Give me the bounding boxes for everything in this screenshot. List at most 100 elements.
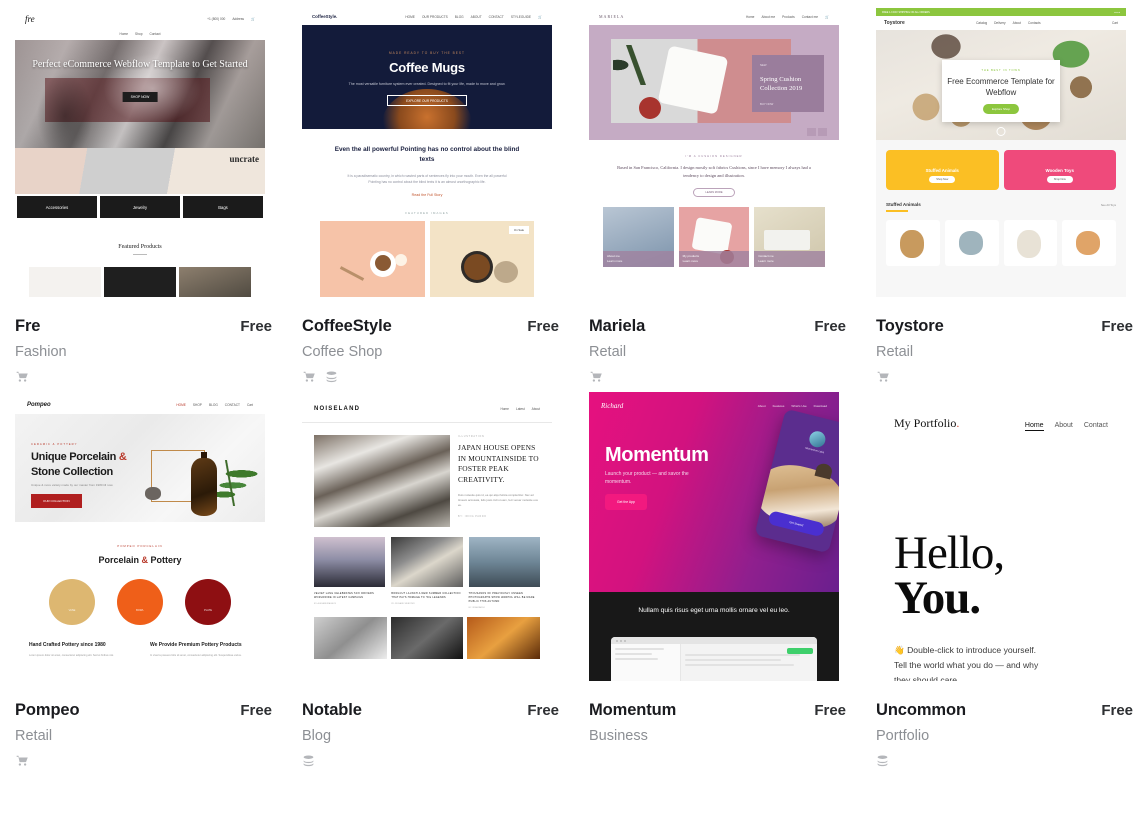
template-card-notable[interactable]: NOISELAND Home Latest About ILLUSTRATION… bbox=[287, 384, 574, 768]
template-category: Business bbox=[589, 728, 648, 744]
preview-nav-item-0: HOME bbox=[405, 14, 415, 19]
template-category: Retail bbox=[876, 344, 914, 360]
preview-section-link: See All Toys bbox=[1100, 202, 1116, 207]
preview-hero: CERAMIC & POTTERY Unique Porcelain & Sto… bbox=[15, 414, 265, 522]
preview-topbar: FREE 1-3 DAY SHIPPING ON ALL ORDERS ● ● … bbox=[876, 8, 1126, 16]
preview-hero: MADE READY TO BUY THE BEST Coffee Mugs T… bbox=[302, 25, 552, 129]
cart-icon: 🛒 bbox=[825, 14, 829, 19]
preview-nav-item-1: OUR PRODUCTS bbox=[421, 14, 448, 19]
template-thumbnail-fre[interactable]: fre +1 (800) 000 Address 🛒 Home Shop Con… bbox=[15, 8, 265, 297]
template-thumbnail-mariela[interactable]: MARIELA Home About me Products Contact m… bbox=[589, 8, 839, 297]
preview-product-0 bbox=[29, 267, 101, 297]
preview-nav: MARIELA Home About me Products Contact m… bbox=[589, 8, 839, 25]
preview-text-line-3: they should care. bbox=[894, 675, 960, 681]
preview-nav-item-2: What's Use bbox=[791, 404, 807, 408]
preview-cta: OUR COLLECTION bbox=[31, 494, 82, 508]
template-category: Blog bbox=[302, 728, 332, 744]
preview-nav-item-4: CONTACT bbox=[488, 14, 504, 19]
preview-eyebrow: THE BEST IN TOWN bbox=[981, 68, 1021, 72]
preview-card-title: Contact me bbox=[758, 254, 774, 258]
template-thumbnail-coffeestyle[interactable]: CoffeeStyle. HOME OUR PRODUCTS BLOG ABOU… bbox=[302, 8, 552, 297]
template-thumbnail-momentum[interactable]: Richard About Features What's Use Downlo… bbox=[589, 392, 839, 681]
preview-subtext: Unique & more variety made by our master… bbox=[31, 483, 114, 487]
preview-hero: THE BEST IN TOWN Free Ecommerce Template… bbox=[876, 30, 1126, 140]
preview-logo: fre bbox=[25, 14, 35, 24]
cart-icon bbox=[302, 370, 317, 384]
preview-text-line-1: Double-click to introduce yourself. bbox=[907, 645, 1037, 655]
template-card-mariela[interactable]: MARIELA Home About me Products Contact m… bbox=[574, 0, 861, 384]
preview-nav-item-3: Contact me bbox=[801, 14, 819, 19]
preview-col-title-1: We Provide Premium Pottery Products bbox=[150, 642, 242, 648]
preview-promo-title: Stuffed Animals bbox=[925, 167, 959, 173]
preview-card-byline: BY: ALEXANDRIA BECK bbox=[314, 603, 337, 605]
preview-phone-mockup: Momentum Labs Get Started bbox=[754, 408, 839, 554]
preview-category-1: Jewelry bbox=[100, 196, 180, 218]
preview-headline-1: Unique Porcelain bbox=[31, 451, 117, 463]
template-category: Fashion bbox=[15, 344, 67, 360]
preview-hero: NEW Spring Cushion Collection 2019 BUY N… bbox=[589, 25, 839, 140]
template-thumbnail-uncommon[interactable]: My Portfolio. Home About Contact Hello, … bbox=[876, 392, 1126, 681]
template-card-fre[interactable]: fre +1 (800) 000 Address 🛒 Home Shop Con… bbox=[0, 0, 287, 384]
cart-icon: Cart bbox=[1111, 21, 1118, 25]
preview-nav-phone: +1 (800) 000 bbox=[207, 17, 226, 21]
preview-nav-item-0: Home bbox=[745, 14, 755, 19]
template-name: Momentum bbox=[589, 701, 677, 719]
preview-nav-item-0: Catalog bbox=[976, 21, 988, 25]
preview-nav: CoffeeStyle. HOME OUR PRODUCTS BLOG ABOU… bbox=[302, 8, 552, 25]
template-meta: Momentum Free Business bbox=[589, 681, 846, 754]
preview-nav-item-1: About me bbox=[761, 14, 776, 19]
preview-eyebrow: ILLUSTRATION bbox=[458, 435, 485, 438]
preview-logo: MARIELA bbox=[599, 14, 625, 19]
preview-card-title: My products bbox=[682, 254, 700, 258]
preview-card-byline: BY: IRINA PARDO bbox=[468, 607, 486, 609]
preview-logo: Toystore bbox=[884, 20, 905, 26]
preview-nav: Pompeo HOME SHOP BLOG CONTACT Cart bbox=[15, 392, 265, 408]
preview-logo: CoffeeStyle. bbox=[312, 14, 338, 19]
preview-nav: My Portfolio. Home About Contact bbox=[894, 416, 1108, 431]
template-price: Free bbox=[814, 702, 846, 719]
preview-nav-address: Address bbox=[232, 17, 245, 21]
template-card-uncommon[interactable]: My Portfolio. Home About Contact Hello, … bbox=[861, 384, 1143, 768]
preview-section-title: Stuffed Animals bbox=[886, 202, 921, 207]
preview-text-line-2: Tell the world what you do — and why bbox=[894, 660, 1039, 670]
preview-logo: Pompeo bbox=[27, 402, 51, 408]
preview-card-1: My products Learn more bbox=[678, 207, 750, 267]
template-card-pompeo[interactable]: Pompeo HOME SHOP BLOG CONTACT Cart CERAM… bbox=[0, 384, 287, 768]
preview-section-title-amp: & bbox=[141, 555, 149, 565]
template-meta: Fre Free Fashion bbox=[15, 297, 272, 384]
template-price: Free bbox=[240, 318, 272, 335]
preview-section-text: Based in San Francisco, California. I de… bbox=[617, 165, 811, 178]
preview-promo-0: Stuffed Animals Shop Now bbox=[886, 150, 999, 190]
template-gallery: fre +1 (800) 000 Address 🛒 Home Shop Con… bbox=[0, 0, 1143, 768]
social-icons: ● ● ● bbox=[1114, 10, 1120, 14]
template-card-momentum[interactable]: Richard About Features What's Use Downlo… bbox=[574, 384, 861, 768]
preview-hero-image bbox=[314, 435, 450, 527]
preview-col-title-0: Hand Crafted Pottery since 1980 bbox=[29, 642, 106, 648]
preview-nav-item-1: SHOP bbox=[192, 403, 202, 407]
preview-category-2: Bags bbox=[183, 196, 263, 218]
preview-promo-cta: Shop Now bbox=[929, 176, 956, 183]
preview-nav-item-1: Features bbox=[772, 404, 785, 408]
template-category: Coffee Shop bbox=[302, 344, 383, 360]
template-thumbnail-pompeo[interactable]: Pompeo HOME SHOP BLOG CONTACT Cart CERAM… bbox=[15, 392, 265, 681]
preview-card-1: BOWLCUT LAUNCH A NEW SUMMER COLLECTION T… bbox=[391, 537, 463, 609]
template-name: Fre bbox=[15, 317, 41, 335]
preview-eyebrow: NEW bbox=[760, 63, 767, 67]
preview-col-text-1: In viverra posuere felis sit amet, conse… bbox=[150, 654, 242, 657]
preview-logo: My Portfolio. bbox=[894, 416, 960, 430]
template-thumbnail-notable[interactable]: NOISELAND Home Latest About ILLUSTRATION… bbox=[302, 392, 552, 681]
preview-circle-2: PLATE bbox=[185, 579, 231, 625]
preview-section-text: It is a paradisematic country, in which … bbox=[347, 174, 507, 184]
preview-product-2 bbox=[1003, 220, 1058, 266]
preview-section-title: Even the all powerful Pointing has no co… bbox=[334, 146, 520, 163]
template-card-toystore[interactable]: FREE 1-3 DAY SHIPPING ON ALL ORDERS ● ● … bbox=[861, 0, 1143, 384]
preview-product-1: On Sale bbox=[429, 221, 534, 297]
template-thumbnail-toystore[interactable]: FREE 1-3 DAY SHIPPING ON ALL ORDERS ● ● … bbox=[876, 8, 1126, 297]
preview-headline: Spring Cushion Collection 2019 bbox=[760, 76, 803, 92]
template-price: Free bbox=[527, 318, 559, 335]
template-card-coffeestyle[interactable]: CoffeeStyle. HOME OUR PRODUCTS BLOG ABOU… bbox=[287, 0, 574, 384]
preview-nav-item-1: Delivery bbox=[994, 21, 1006, 25]
preview-headline: Coffee Mugs bbox=[389, 60, 465, 75]
preview-nav-item-0: Home bbox=[119, 32, 129, 36]
preview-card-byline: BY: RICHARD WEBSTER bbox=[391, 603, 415, 605]
